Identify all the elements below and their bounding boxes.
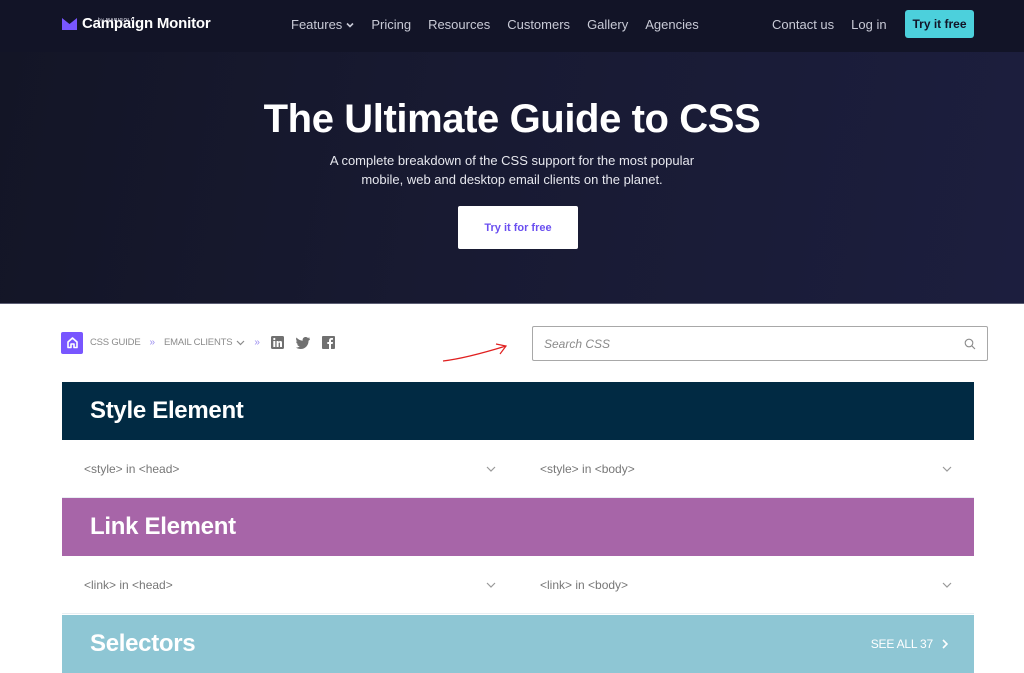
- nav-item-agencies[interactable]: Agencies: [645, 16, 698, 34]
- top-navigation-bar: Campaign Monitor by MARIGOLD Features Pr…: [0, 0, 1024, 52]
- chevron-down-icon: [486, 466, 496, 472]
- breadcrumb-separator: »: [149, 337, 156, 348]
- accordion-item-link-in-head[interactable]: <link> in <head>: [62, 556, 518, 613]
- section-header-selectors[interactable]: Selectors SEE ALL 37: [62, 615, 974, 673]
- contact-us-link[interactable]: Contact us: [772, 16, 834, 34]
- see-all-label: SEE ALL 37: [870, 637, 933, 651]
- breadcrumb-email-clients[interactable]: EMAIL CLIENTS: [164, 337, 245, 348]
- hero-banner: The Ultimate Guide to CSS A complete bre…: [0, 52, 1024, 304]
- chevron-down-icon: [346, 22, 354, 28]
- linkedin-icon[interactable]: [270, 336, 284, 349]
- chevron-down-icon: [942, 466, 952, 472]
- section-header-style-element[interactable]: Style Element: [62, 382, 974, 440]
- search-icon[interactable]: [964, 338, 976, 350]
- main-nav: Features Pricing Resources Customers Gal…: [291, 16, 699, 34]
- account-nav: Contact us Log in: [772, 16, 887, 34]
- social-share: [270, 336, 335, 349]
- twitter-icon[interactable]: [295, 336, 310, 349]
- breadcrumb-label: EMAIL CLIENTS: [164, 337, 233, 348]
- annotation-arrow-icon: [442, 343, 508, 362]
- search-css-field: [532, 326, 988, 361]
- brand-subtitle: by MARIGOLD: [98, 17, 135, 22]
- accordion-item-style-in-body[interactable]: <style> in <body>: [518, 440, 974, 497]
- nav-item-features[interactable]: Features: [291, 16, 354, 34]
- page-title: The Ultimate Guide to CSS: [263, 97, 761, 141]
- breadcrumb-separator: »: [254, 337, 260, 348]
- section-title: Style Element: [90, 397, 244, 424]
- envelope-logo-icon: [62, 18, 77, 30]
- accordion-item-label: <style> in <body>: [540, 461, 635, 476]
- log-in-link[interactable]: Log in: [851, 16, 886, 34]
- section-header-link-element[interactable]: Link Element: [62, 498, 974, 556]
- home-icon: [66, 337, 78, 349]
- home-button[interactable]: [61, 331, 83, 354]
- accordion-item-label: <link> in <head>: [84, 577, 173, 592]
- nav-item-label: Features: [291, 17, 343, 32]
- accordion-item-link-in-body[interactable]: <link> in <body>: [518, 556, 974, 613]
- facebook-icon[interactable]: [321, 336, 335, 349]
- accordion-item-label: <style> in <head>: [84, 461, 180, 476]
- breadcrumb-css-guide[interactable]: CSS GUIDE: [90, 337, 141, 348]
- try-it-free-button[interactable]: Try it free: [905, 10, 974, 38]
- search-input[interactable]: [544, 336, 964, 351]
- nav-item-pricing[interactable]: Pricing: [371, 16, 411, 34]
- chevron-down-icon: [942, 582, 952, 588]
- brand-logo[interactable]: Campaign Monitor: [62, 14, 211, 34]
- try-it-for-free-button[interactable]: Try it for free: [458, 206, 578, 249]
- chevron-down-icon: [486, 582, 496, 588]
- section-title: Link Element: [90, 513, 236, 540]
- chevron-right-icon: [942, 639, 948, 649]
- section-row-link-element: <link> in <head> <link> in <body>: [62, 556, 974, 614]
- accordion-item-label: <link> in <body>: [540, 577, 629, 592]
- accordion-item-style-in-head[interactable]: <style> in <head>: [62, 440, 518, 497]
- section-title: Selectors: [90, 630, 196, 657]
- hero-subtitle: A complete breakdown of the CSS support …: [329, 153, 695, 187]
- chevron-down-icon: [236, 340, 245, 345]
- see-all-link[interactable]: SEE ALL 37: [871, 615, 948, 673]
- nav-item-gallery[interactable]: Gallery: [587, 16, 628, 34]
- section-row-style-element: <style> in <head> <style> in <body>: [62, 440, 974, 498]
- nav-item-customers[interactable]: Customers: [507, 16, 570, 34]
- breadcrumb: CSS GUIDE » EMAIL CLIENTS »: [61, 331, 335, 354]
- nav-item-resources[interactable]: Resources: [428, 16, 490, 34]
